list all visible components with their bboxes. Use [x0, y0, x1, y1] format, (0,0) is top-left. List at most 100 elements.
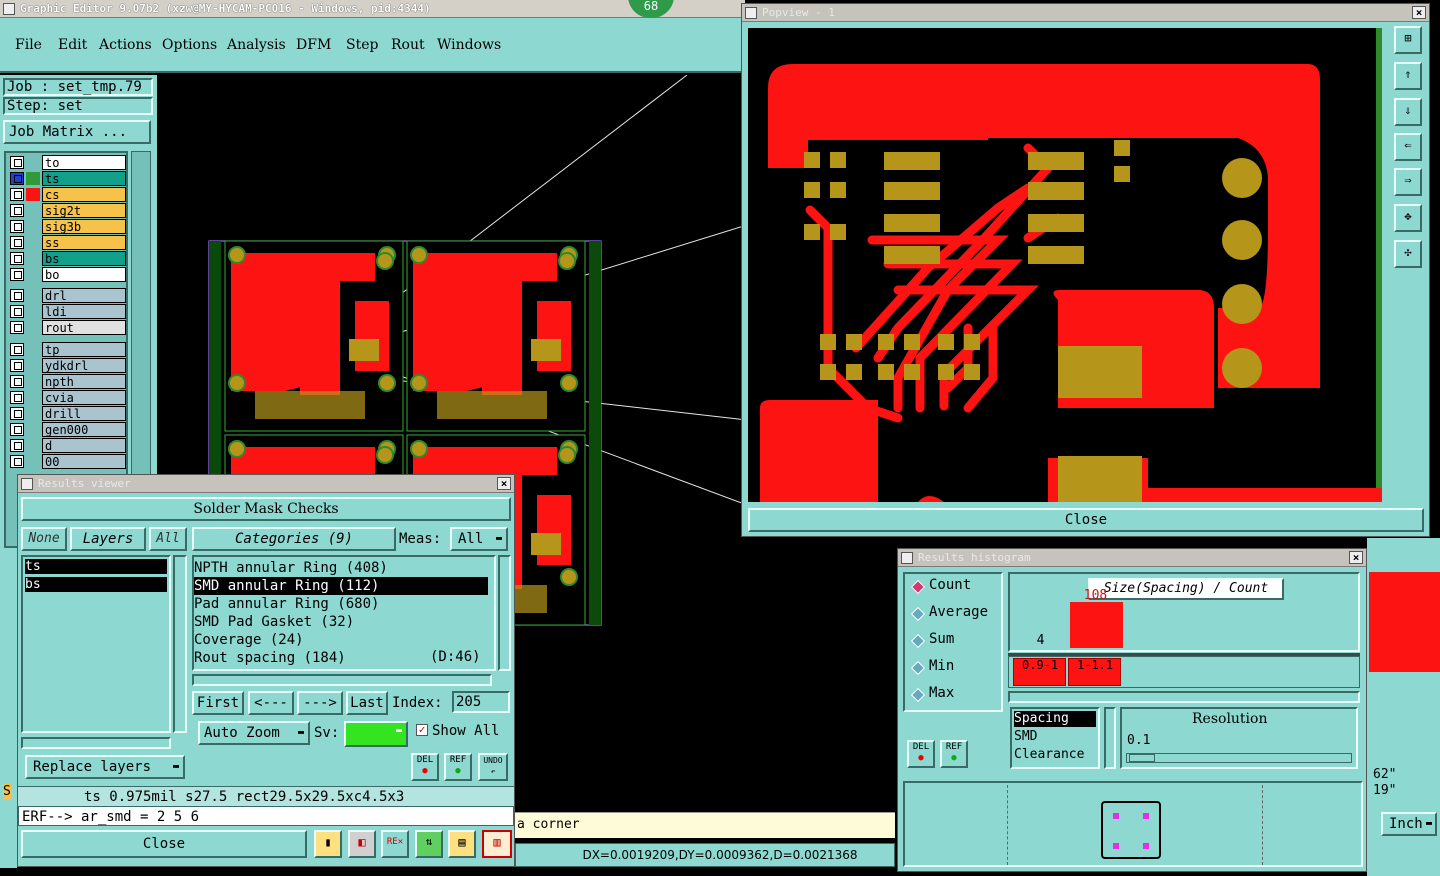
- del-button[interactable]: DEL ●: [411, 753, 439, 781]
- layer-row-ydkdrl[interactable]: ydkdrl: [10, 358, 126, 373]
- job-matrix-button[interactable]: Job Matrix ...: [3, 120, 151, 144]
- layer-row-drl[interactable]: drl: [10, 288, 126, 303]
- menu-windows[interactable]: Windows: [437, 37, 501, 53]
- layer-checkbox[interactable]: [10, 289, 24, 302]
- layer-row-d[interactable]: d: [10, 438, 126, 453]
- layer-row-bo[interactable]: bo: [10, 267, 126, 282]
- meas-dropdown[interactable]: All ▬: [450, 527, 508, 551]
- replace-layers-dropdown[interactable]: Replace layers ▬: [25, 755, 185, 779]
- pan-down-icon[interactable]: ⇓: [1394, 98, 1422, 126]
- layer-checkbox[interactable]: [10, 407, 24, 420]
- category-item[interactable]: SMD annular Ring (112): [194, 577, 488, 595]
- layer-color-swatch[interactable]: [26, 423, 40, 436]
- histogram-hscroll[interactable]: [1008, 691, 1360, 703]
- layer-row-ss[interactable]: ss: [10, 235, 126, 250]
- layer-color-swatch[interactable]: [26, 439, 40, 452]
- menu-edit[interactable]: Edit: [58, 37, 87, 53]
- layer-checkbox[interactable]: [10, 268, 24, 281]
- ref-button[interactable]: REF ●: [444, 753, 472, 781]
- histogram-close-icon[interactable]: ×: [1349, 551, 1363, 564]
- mode-radio-average[interactable]: [910, 606, 926, 622]
- histogram-bar[interactable]: [1070, 602, 1123, 648]
- layer-checkbox[interactable]: [10, 321, 24, 334]
- layer-name[interactable]: npth: [42, 374, 126, 389]
- layer-checkbox[interactable]: [10, 375, 24, 388]
- layer-row-tp[interactable]: tp: [10, 342, 126, 357]
- resolution-slider[interactable]: [1126, 753, 1352, 763]
- layer-color-swatch[interactable]: [26, 236, 40, 249]
- layer-color-swatch[interactable]: [26, 289, 40, 302]
- mode-radio-max[interactable]: [910, 687, 926, 703]
- layers-all-button[interactable]: All: [149, 527, 187, 551]
- first-button[interactable]: First: [192, 691, 244, 715]
- mode-radio-count[interactable]: [910, 579, 926, 595]
- histogram-bin-label[interactable]: 0.9-1: [1013, 658, 1066, 686]
- layer-checkbox[interactable]: [10, 455, 24, 468]
- prev-button[interactable]: <---: [248, 691, 294, 715]
- tool-report-icon[interactable]: ▤: [448, 830, 476, 858]
- layer-row-cs[interactable]: cs: [10, 187, 126, 202]
- list-item[interactable]: Clearance: [1014, 747, 1084, 763]
- layer-checkbox[interactable]: [10, 156, 24, 169]
- layer-name[interactable]: 00: [42, 454, 126, 469]
- categories-button[interactable]: Categories (9): [192, 527, 396, 551]
- layer-row-npth[interactable]: npth: [10, 374, 126, 389]
- layer-checkbox[interactable]: [10, 220, 24, 233]
- layer-row-to[interactable]: to: [10, 155, 126, 170]
- layer-row-drill[interactable]: drill: [10, 406, 126, 421]
- layer-name[interactable]: rout: [42, 320, 126, 335]
- layer-row-sig3b[interactable]: sig3b: [10, 219, 126, 234]
- popview-close-button[interactable]: Close: [748, 508, 1424, 532]
- index-input[interactable]: 205: [452, 691, 510, 713]
- results-close-button[interactable]: Close: [21, 830, 307, 858]
- layer-row-cvia[interactable]: cvia: [10, 390, 126, 405]
- category-item[interactable]: Coverage (24): [194, 631, 304, 649]
- popview-canvas[interactable]: [748, 28, 1382, 502]
- layer-color-swatch[interactable]: [26, 156, 40, 169]
- layer-color-swatch[interactable]: [26, 252, 40, 265]
- layer-checkbox[interactable]: [10, 188, 24, 201]
- layer-name[interactable]: drl: [42, 288, 126, 303]
- slider-thumb[interactable]: [1129, 754, 1155, 762]
- layer-row-ts[interactable]: ts: [10, 171, 126, 186]
- zoom-fit-icon[interactable]: ✥: [1394, 204, 1422, 232]
- last-button[interactable]: Last: [346, 691, 388, 715]
- layer-name[interactable]: ydkdrl: [42, 358, 126, 373]
- layer-name[interactable]: drill: [42, 406, 126, 421]
- menu-file[interactable]: File: [15, 37, 42, 53]
- menu-step[interactable]: Step: [346, 37, 378, 53]
- layer-name[interactable]: cs: [42, 187, 126, 202]
- layer-name[interactable]: gen000: [42, 422, 126, 437]
- layer-color-swatch[interactable]: [26, 172, 40, 185]
- mode-radio-min[interactable]: [910, 660, 926, 676]
- layer-name[interactable]: d: [42, 438, 126, 453]
- measure-list-vscroll[interactable]: [1104, 707, 1116, 769]
- layer-checkbox[interactable]: [10, 343, 24, 356]
- layer-color-swatch[interactable]: [26, 188, 40, 201]
- layer-name[interactable]: bo: [42, 267, 126, 282]
- histogram-icon[interactable]: ▥: [482, 830, 512, 858]
- sv-color-dropdown[interactable]: ▬: [344, 721, 408, 747]
- layer-name[interactable]: bs: [42, 251, 126, 266]
- measure-list[interactable]: Spacing SMD Clearance: [1010, 707, 1100, 769]
- layer-checkbox[interactable]: [10, 439, 24, 452]
- layer-checkbox[interactable]: [10, 172, 24, 185]
- menu-dfm[interactable]: DFM: [296, 37, 331, 53]
- results-viewer-close-icon[interactable]: ×: [497, 477, 511, 490]
- tool-export-icon[interactable]: ◧: [348, 830, 376, 858]
- category-item[interactable]: Pad annular Ring (680): [194, 595, 379, 613]
- pan-up-icon[interactable]: ⇑: [1394, 62, 1422, 90]
- layer-checkbox[interactable]: [10, 305, 24, 318]
- layer-color-swatch[interactable]: [26, 305, 40, 318]
- list-item[interactable]: SMD: [1014, 729, 1037, 745]
- layers-list-hscroll[interactable]: [21, 737, 171, 749]
- layer-name[interactable]: sig3b: [42, 219, 126, 234]
- show-all-checkbox[interactable]: ✓: [416, 724, 428, 736]
- tool-ref-icon[interactable]: RE✕: [381, 830, 409, 858]
- unit-dropdown[interactable]: Inch ▬: [1381, 812, 1437, 836]
- layer-name[interactable]: cvia: [42, 390, 126, 405]
- layer-checkbox[interactable]: [10, 423, 24, 436]
- layers-none-button[interactable]: None: [21, 527, 67, 551]
- layer-checkbox[interactable]: [10, 204, 24, 217]
- category-item[interactable]: SMD Pad Gasket (32): [194, 613, 354, 631]
